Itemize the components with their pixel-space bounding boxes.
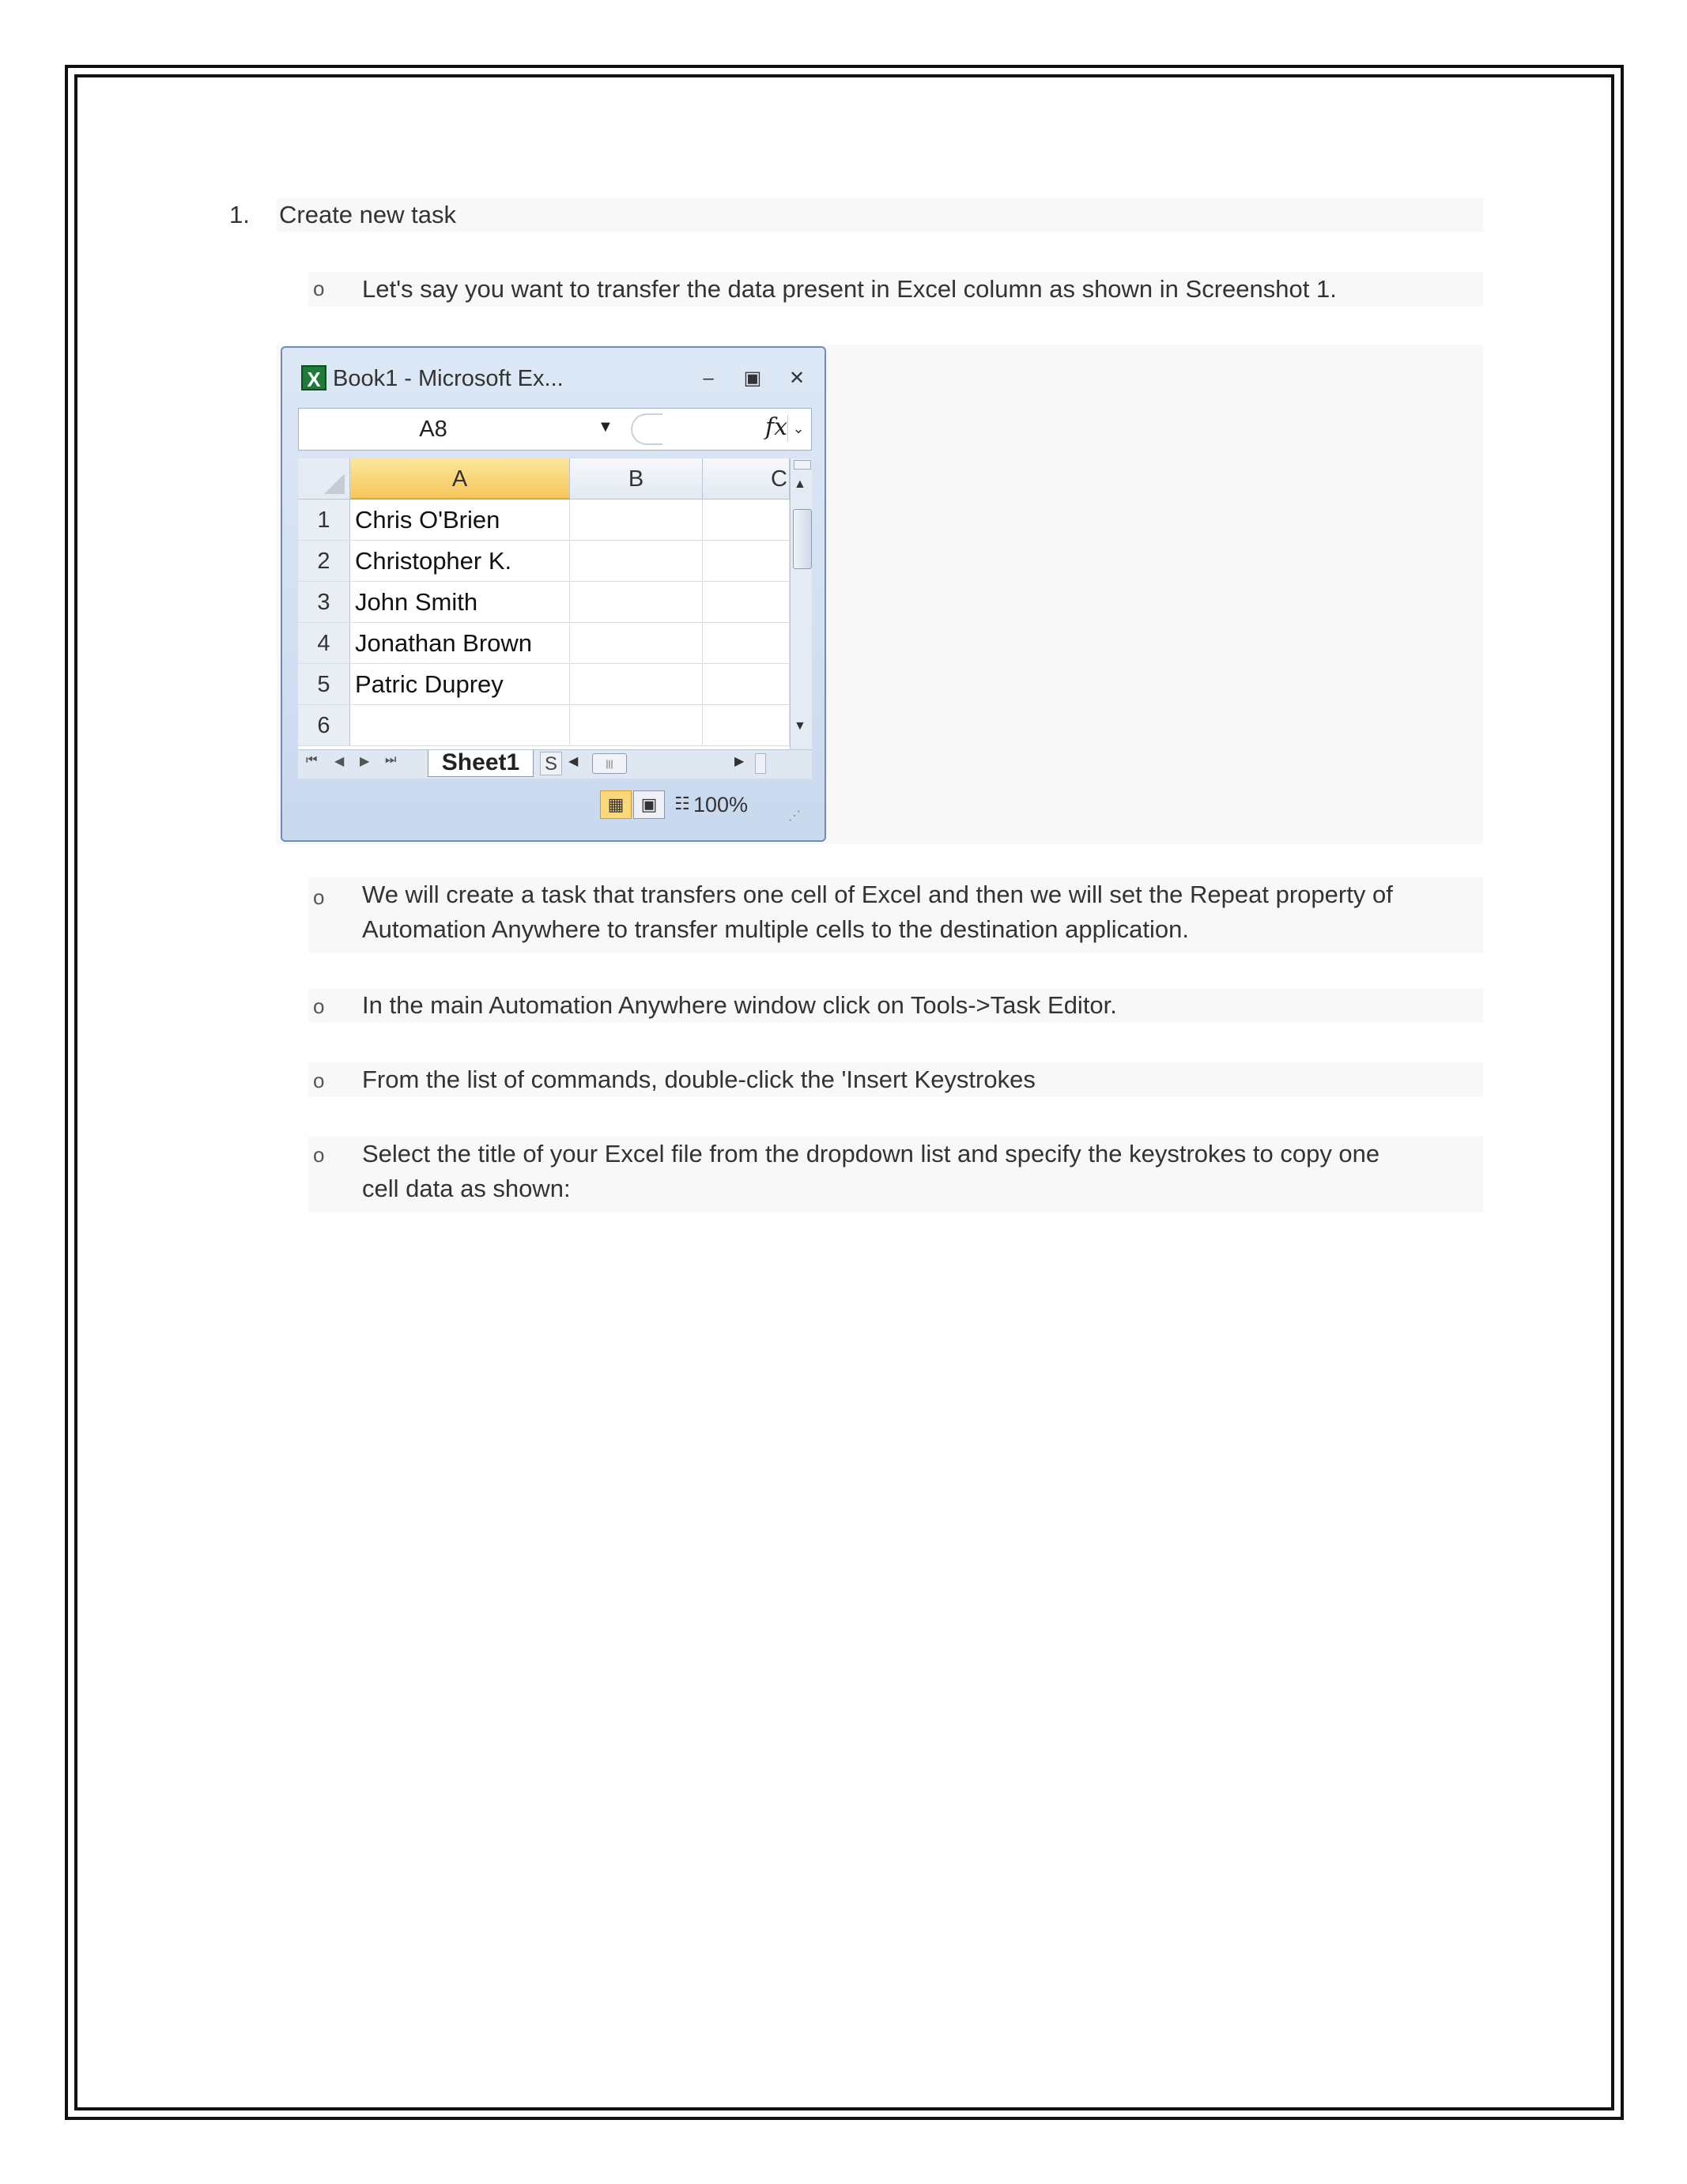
bullet-text-line: cell data as shown: xyxy=(362,1175,571,1202)
split-handle-icon[interactable] xyxy=(794,460,811,470)
minimize-icon[interactable]: – xyxy=(695,365,722,392)
first-sheet-icon[interactable]: ⏮ xyxy=(306,753,317,768)
scroll-left-icon[interactable]: ◀ xyxy=(568,753,578,769)
resize-grip-icon[interactable]: ⋰ xyxy=(788,808,801,824)
status-bar: ▦ ▣ ☷ 100% ⋰ xyxy=(298,779,812,828)
split-handle-h-icon[interactable] xyxy=(755,753,766,774)
cell-c4[interactable] xyxy=(703,623,790,664)
cell-c1[interactable] xyxy=(703,500,790,541)
horizontal-scrollbar[interactable]: ◀ ||| ▶ xyxy=(568,753,806,774)
cell-c2[interactable] xyxy=(703,541,790,582)
cell-b1[interactable] xyxy=(570,500,703,541)
column-header-c[interactable]: C xyxy=(703,458,790,500)
bullet-text-line: From the list of commands, double-click … xyxy=(362,1066,1036,1093)
bullet-marker: o xyxy=(313,885,325,909)
bullet-text-line: Automation Anywhere to transfer multiple… xyxy=(362,915,1189,943)
last-sheet-icon[interactable]: ⏭ xyxy=(385,753,396,768)
intro-text: Let's say you want to transfer the data … xyxy=(362,275,1337,303)
cell-a2[interactable]: Christopher K. xyxy=(350,541,570,582)
formula-dropdown-icon[interactable]: ⌄ xyxy=(787,415,809,442)
vertical-scrollbar[interactable]: ▲ ▼ xyxy=(790,458,812,749)
close-icon[interactable]: ✕ xyxy=(783,365,810,392)
bullet-marker: o xyxy=(313,1143,325,1167)
bullet-text-line: We will create a task that transfers one… xyxy=(362,881,1393,908)
scroll-down-icon[interactable]: ▼ xyxy=(794,719,806,734)
cell-c6[interactable] xyxy=(703,705,790,746)
formula-expand-icon[interactable] xyxy=(631,413,662,445)
page-layout-view-icon[interactable]: ▣ xyxy=(633,790,665,819)
cell-c5[interactable] xyxy=(703,664,790,705)
row-header[interactable]: 4 xyxy=(298,623,350,664)
fx-icon[interactable]: fx xyxy=(765,413,787,441)
cell-b2[interactable] xyxy=(570,541,703,582)
row-header[interactable]: 1 xyxy=(298,500,350,541)
formula-bar: A8 ▼ fx ⌄ xyxy=(298,408,812,451)
bullet-text-line: In the main Automation Anywhere window c… xyxy=(362,991,1117,1019)
row-header[interactable]: 5 xyxy=(298,664,350,705)
name-box-dropdown-icon[interactable]: ▼ xyxy=(598,418,613,436)
step-band xyxy=(277,198,1483,232)
sheet-tab-next[interactable]: S xyxy=(540,752,562,775)
horizontal-scroll-thumb[interactable]: ||| xyxy=(592,753,627,774)
cell-a4[interactable]: Jonathan Brown xyxy=(350,623,570,664)
excel-titlebar: X Book1 - Microsoft Ex... – ▣ ✕ xyxy=(300,364,806,395)
worksheet-grid: A B C 1 Chris O'Brien 2 Christopher K. 3… xyxy=(298,458,812,749)
cell-b5[interactable] xyxy=(570,664,703,705)
sheet-tab[interactable]: Sheet1 xyxy=(428,750,534,777)
cell-a3[interactable]: John Smith xyxy=(350,582,570,623)
zoom-level[interactable]: 100% xyxy=(693,790,748,819)
bullet-marker: o xyxy=(313,1069,325,1092)
excel-logo-icon: X xyxy=(301,365,326,391)
restore-icon[interactable]: ▣ xyxy=(739,365,766,392)
cell-a6[interactable] xyxy=(350,705,570,746)
bullet-marker: o xyxy=(313,277,325,300)
select-all-corner[interactable] xyxy=(298,458,350,500)
prev-sheet-icon[interactable]: ◀ xyxy=(334,753,344,769)
scroll-right-icon[interactable]: ▶ xyxy=(734,753,744,769)
cell-a1[interactable]: Chris O'Brien xyxy=(350,500,570,541)
column-header-b[interactable]: B xyxy=(570,458,703,500)
normal-view-icon[interactable]: ▦ xyxy=(600,790,632,819)
column-header-a[interactable]: A xyxy=(350,458,570,500)
sheet-tab-bar: ⏮ ◀ ▶ ⏭ Sheet1 S ◀ ||| ▶ xyxy=(298,749,812,779)
cell-b4[interactable] xyxy=(570,623,703,664)
step-number: 1. xyxy=(229,201,250,228)
next-sheet-icon[interactable]: ▶ xyxy=(360,753,369,769)
cell-a5[interactable]: Patric Duprey xyxy=(350,664,570,705)
row-header[interactable]: 6 xyxy=(298,705,350,746)
row-header[interactable]: 2 xyxy=(298,541,350,582)
name-box[interactable]: A8 xyxy=(299,409,568,450)
cell-c3[interactable] xyxy=(703,582,790,623)
cell-b3[interactable] xyxy=(570,582,703,623)
excel-title: Book1 - Microsoft Ex... xyxy=(333,366,564,391)
bullet-text-line: Select the title of your Excel file from… xyxy=(362,1140,1380,1167)
step-text: Create new task xyxy=(279,201,456,228)
excel-window: X Book1 - Microsoft Ex... – ▣ ✕ A8 ▼ fx … xyxy=(281,346,826,842)
row-header[interactable]: 3 xyxy=(298,582,350,623)
scroll-thumb[interactable] xyxy=(793,509,812,569)
scroll-up-icon[interactable]: ▲ xyxy=(794,477,806,492)
bullet-marker: o xyxy=(313,994,325,1018)
cell-b6[interactable] xyxy=(570,705,703,746)
